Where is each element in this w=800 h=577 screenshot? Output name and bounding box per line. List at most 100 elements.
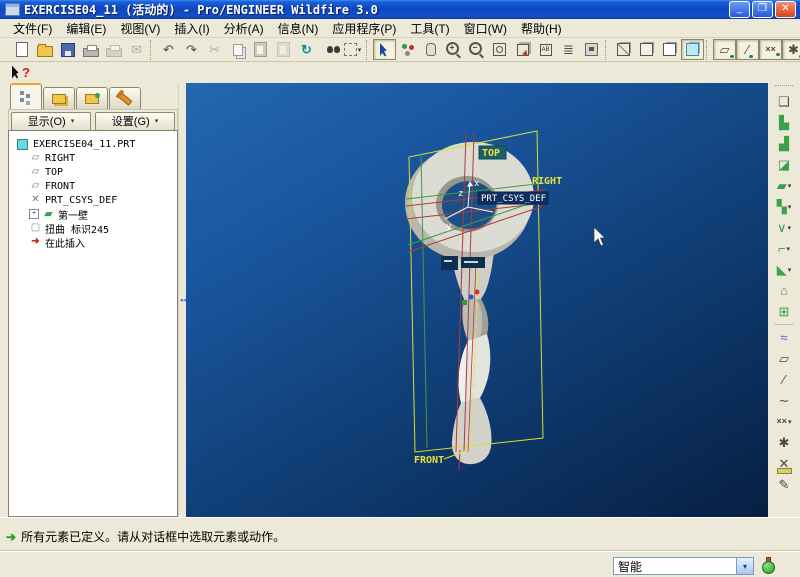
find-icon[interactable] [318,39,341,60]
top-datum-tag[interactable]: TOP [482,148,500,159]
hidden-line-display-icon[interactable] [635,39,658,60]
saved-views-icon[interactable]: AB [534,39,557,60]
close-button[interactable]: ✕ [775,1,796,18]
sketched-curve-icon[interactable]: ≈ [771,327,797,348]
paste-special-icon[interactable] [272,39,295,60]
datum-point-icon[interactable]: ××▾ [771,411,797,432]
corner-relief-icon[interactable]: ◣▾ [771,259,797,280]
datum-plane-display-icon[interactable]: ▱ [713,39,736,60]
menu-item-applications[interactable]: 应用程序(P) [325,19,403,38]
datum-plane-icon[interactable]: ▱ [771,348,797,369]
menu-item-view[interactable]: 视图(V) [113,19,167,38]
save-icon[interactable] [56,39,79,60]
csys-tag[interactable]: PRT_CSYS_DEF [481,194,546,204]
datum-point-red[interactable] [475,290,480,295]
tree-item-root-part[interactable]: EXERCISE04_11.PRT [9,137,177,151]
merge-wall-icon[interactable]: ▚▾ [771,196,797,217]
expander-icon[interactable]: + [29,209,39,219]
tab-connections[interactable] [109,87,141,109]
tab-favorites[interactable] [76,87,108,109]
tree-item-prt-csys-def[interactable]: ✕PRT_CSYS_DEF [9,193,177,207]
show-dropdown-button[interactable]: 显示(O) ▾ [11,112,91,131]
smart-filter-icon[interactable] [396,39,419,60]
measure-icon[interactable]: ✕ [771,453,797,474]
front-datum-tag[interactable]: FRONT [414,455,444,466]
print-preview-icon[interactable] [102,39,125,60]
toolbar-group: ▱ ∕ ××✱ [706,40,800,60]
3d-model-canvas[interactable]: z y x TOP RIGHT FRONT PRT_CSYS_DEF [186,83,768,517]
menu-item-edit[interactable]: 编辑(E) [59,19,113,38]
refit-icon[interactable] [488,39,511,60]
right-datum-tag[interactable]: RIGHT [532,176,562,187]
tab-model-tree[interactable] [10,83,42,109]
tree-item-first-wall[interactable]: +▰第一壁 [9,207,177,221]
datum-axis-display-icon: ∕ [746,43,748,56]
cut-icon[interactable]: ✂ [203,39,226,60]
tree-item-insert-here[interactable]: ➜在此插入 [9,235,177,249]
redo-icon[interactable]: ↷ [180,39,203,60]
regenerate-icon[interactable]: ↻ [295,39,318,60]
flat-wall-icon[interactable]: ▙ [771,112,797,133]
shaded-display-icon[interactable] [681,39,704,60]
csys-icon[interactable]: ✱ [771,432,797,453]
form-icon[interactable]: ⌂ [771,280,797,301]
wireframe-display-icon[interactable] [612,39,635,60]
part-icon [17,139,28,150]
tree-item-top-plane[interactable]: ▱TOP [9,165,177,179]
settings-dropdown-button[interactable]: 设置(G) ▾ [95,112,175,131]
pointer-icon[interactable] [373,39,396,60]
tree-item-front-plane[interactable]: ▱FRONT [9,179,177,193]
csys-icon: ✱ [779,436,790,449]
print-icon[interactable] [79,39,102,60]
datum-point-blue[interactable] [469,295,474,300]
layers-icon: ≣ [563,43,574,56]
tab-folder-browser[interactable] [43,87,75,109]
menu-item-help[interactable]: 帮助(H) [514,19,569,38]
highlighted-tag-1[interactable] [441,256,458,270]
copy-icon[interactable] [226,39,249,60]
print-icon [83,48,99,57]
zoom-in-icon[interactable]: + [442,39,465,60]
flat-pattern-icon[interactable]: ⊞ [771,301,797,322]
curve-icon[interactable]: ∼ [771,390,797,411]
menu-item-window[interactable]: 窗口(W) [457,19,514,38]
restore-button[interactable]: ❐ [752,1,773,18]
edge-bend-icon[interactable]: ⌐▾ [771,238,797,259]
unattached-flat-wall-icon[interactable]: ▰▾ [771,175,797,196]
view-manager-icon[interactable] [580,39,603,60]
combo-dropdown-button[interactable]: ▾ [736,558,753,574]
context-help-button[interactable]: ? [12,63,38,81]
email-icon[interactable]: ✉ [125,39,148,60]
datum-axis-display-icon[interactable]: ∕ [736,39,759,60]
layers-icon[interactable]: ≣ [557,39,580,60]
selection-filter-combobox[interactable]: 智能 ▾ [613,557,754,575]
twist-wall-icon[interactable]: ◪ [771,154,797,175]
spin-center-icon[interactable] [419,39,442,60]
menu-item-info[interactable]: 信息(N) [271,19,326,38]
menu-item-tools[interactable]: 工具(T) [403,19,456,38]
tree-item-right-plane[interactable]: ▱RIGHT [9,151,177,165]
new-file-icon[interactable] [10,39,33,60]
select-box-icon[interactable]: ▾ [341,39,364,60]
datum-csys-display-icon[interactable]: ✱ [782,39,800,60]
menu-item-insert[interactable]: 插入(I) [167,19,216,38]
datum-point-green[interactable] [462,300,467,305]
no-hidden-display-icon[interactable] [658,39,681,60]
extrude-wall-icon[interactable]: ❑ [771,91,797,112]
datum-axis-icon[interactable]: ∕ [771,369,797,390]
paste-icon[interactable] [249,39,272,60]
minimize-button[interactable]: _ [729,1,750,18]
undo-icon[interactable]: ↶ [157,39,180,60]
zoom-out-icon[interactable]: − [465,39,488,60]
open-file-icon[interactable] [33,39,56,60]
flange-wall-icon[interactable]: ▟ [771,133,797,154]
smart-filter-status-icon [761,557,775,575]
bend-icon[interactable]: ∨▾ [771,217,797,238]
menu-item-analysis[interactable]: 分析(A) [217,19,271,38]
menu-item-file[interactable]: 文件(F) [6,19,59,38]
reorient-icon[interactable] [511,39,534,60]
datum-point-display-icon[interactable]: ×× [759,39,782,60]
sketch-icon[interactable]: ✎ [771,474,797,495]
tree-item-twist-id245[interactable]: ▢扭曲 标识245 [9,221,177,235]
graphics-area[interactable]: z y x TOP RIGHT FRONT PRT_CSYS_DEF [186,83,768,517]
